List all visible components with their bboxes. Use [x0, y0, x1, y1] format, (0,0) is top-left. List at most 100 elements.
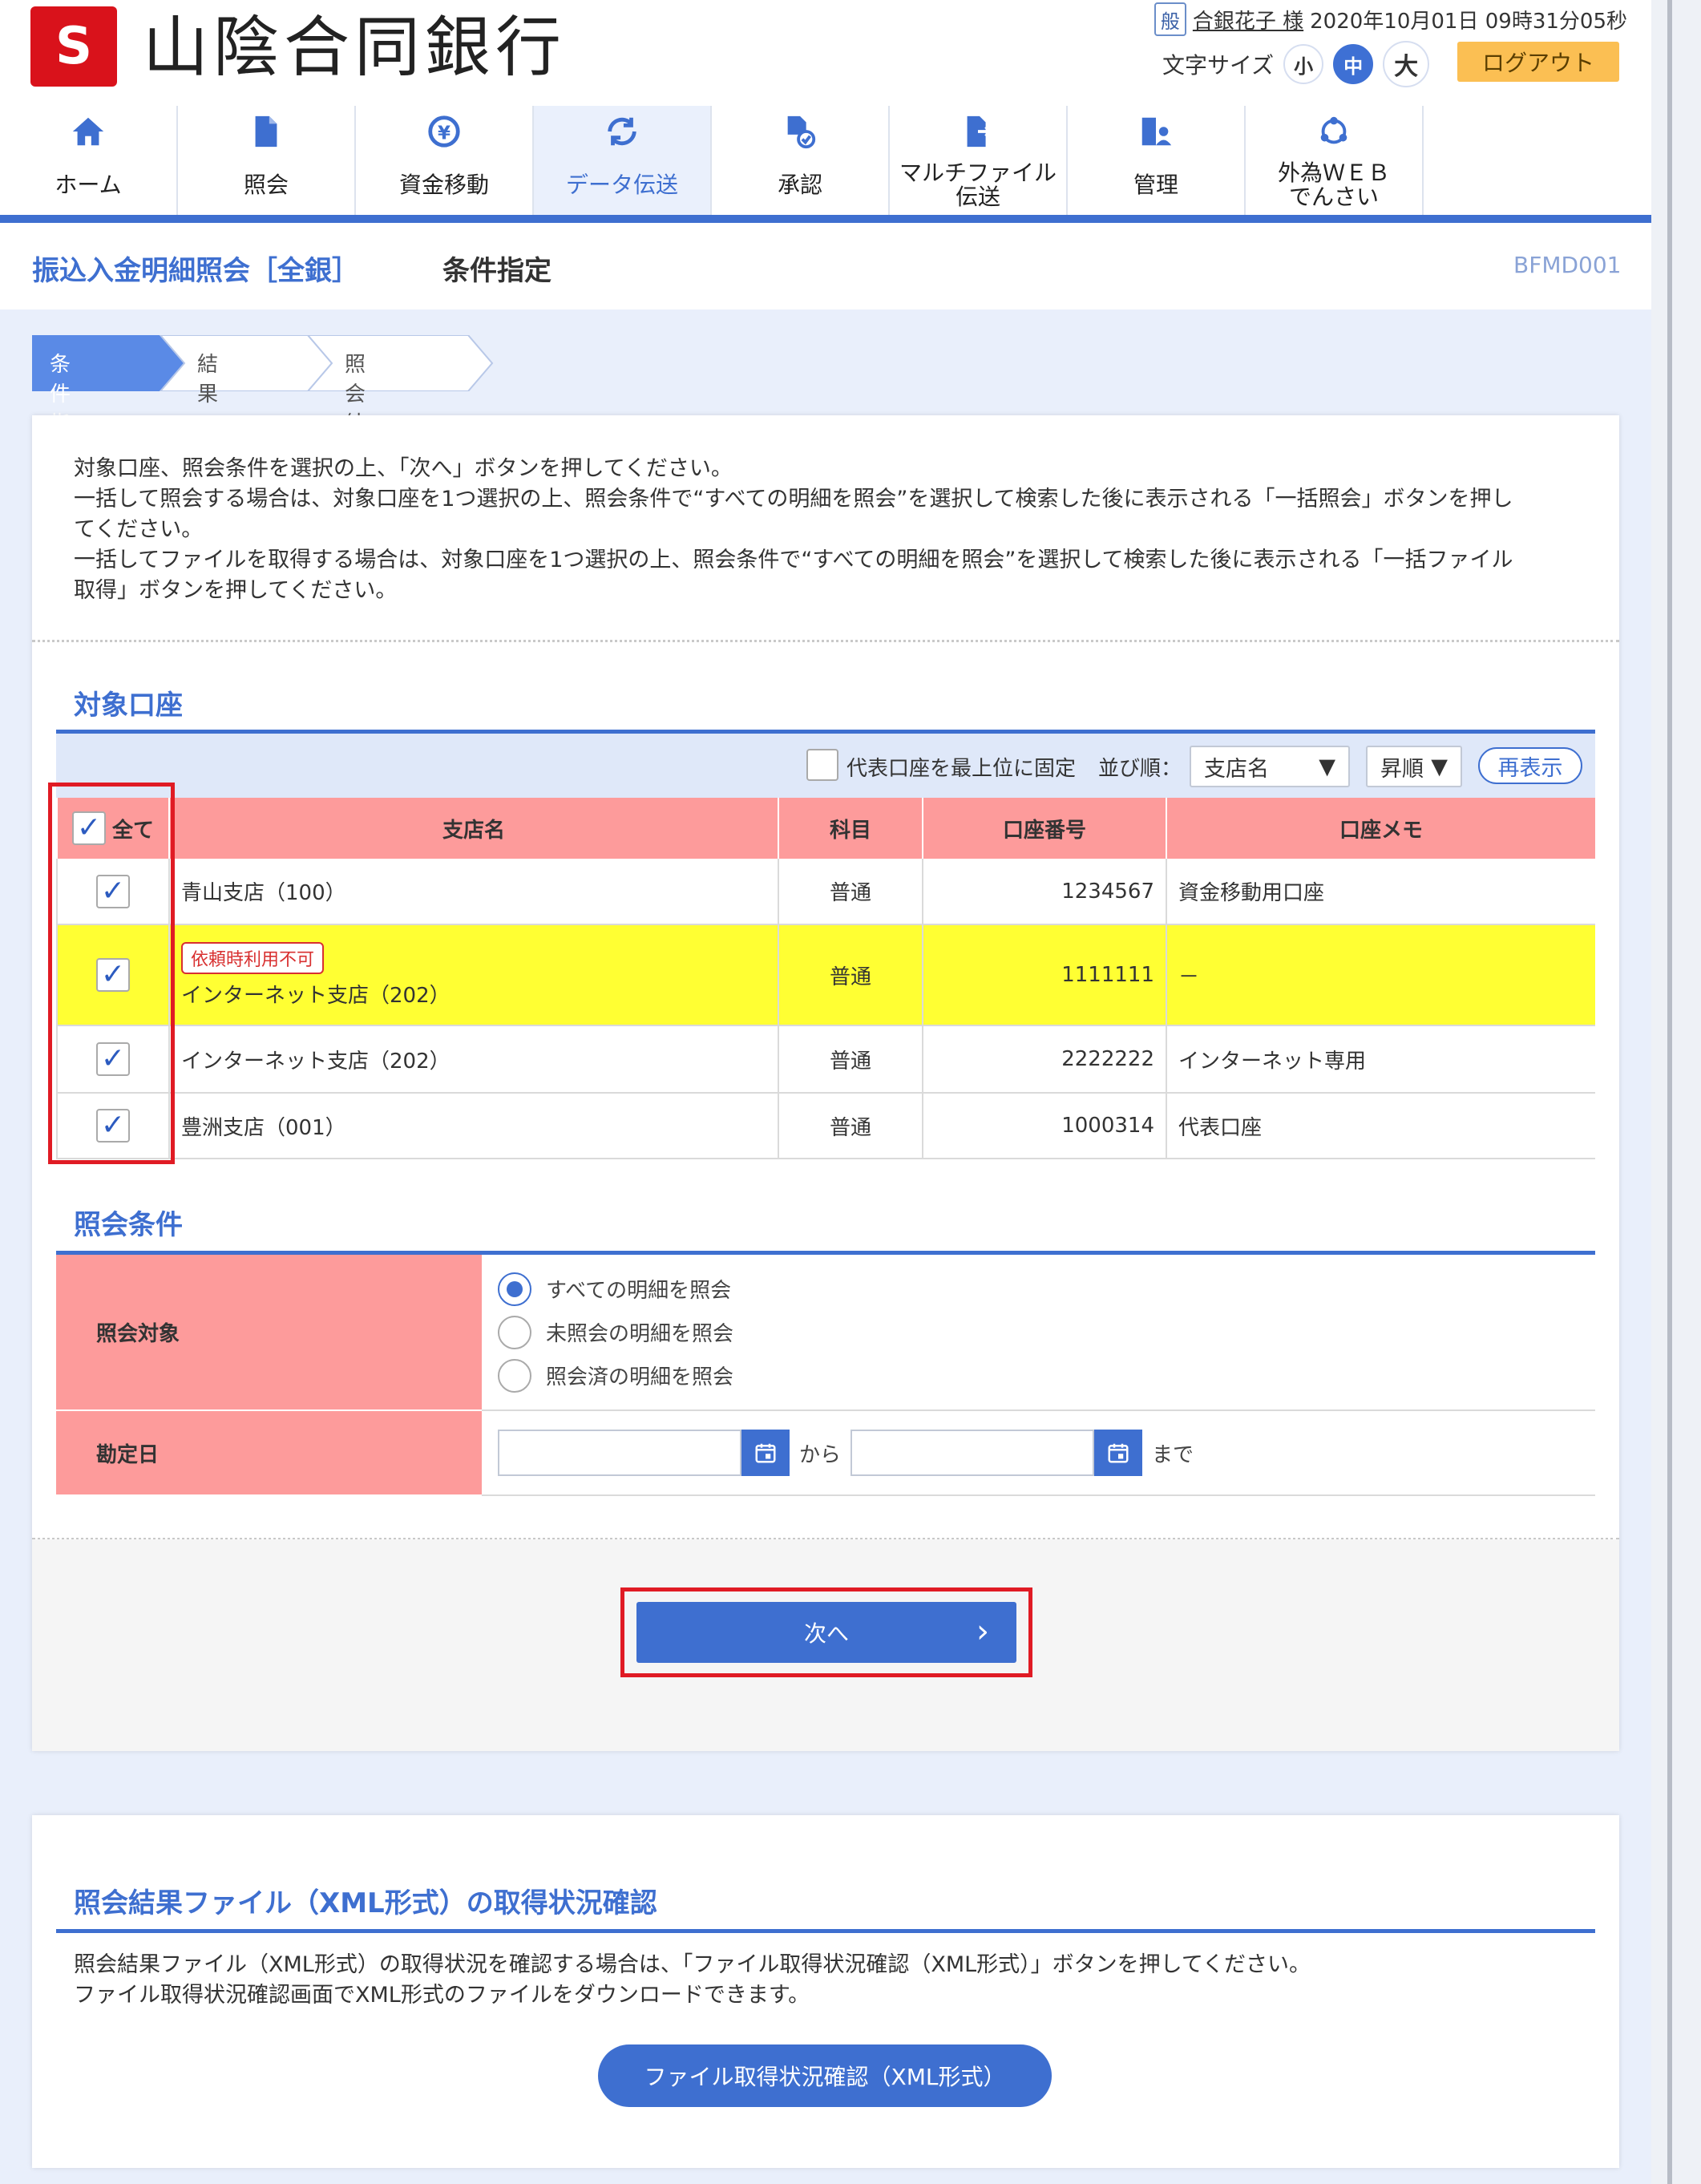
file-description: 照会結果ファイル（XML形式）の取得状況を確認する場合は、「ファイル取得状況確認…: [74, 1950, 1581, 2011]
nav-item-fx-densai[interactable]: 外為ＷＥＢ でんさい: [1246, 106, 1424, 216]
sort-field-value: 支店名: [1204, 756, 1269, 782]
cell-memo: インターネット専用: [1166, 1025, 1595, 1094]
to-label: まで: [1152, 1442, 1194, 1467]
nav-item-multi-file[interactable]: マルチファイル 伝送: [890, 106, 1068, 216]
user-name-link[interactable]: 合銀花子 様: [1193, 5, 1303, 34]
file-transfer-icon: [967, 115, 993, 148]
scrollbar-thumb[interactable]: [1667, 0, 1672, 2184]
screen-id: BFMD001: [1513, 252, 1622, 278]
file-desc-line: ファイル取得状況確認画面でXML形式のファイルをダウンロードできます。: [74, 1983, 810, 2008]
date-from-input[interactable]: [498, 1430, 741, 1476]
radio-button[interactable]: [498, 1272, 531, 1306]
radio-button[interactable]: [498, 1358, 531, 1393]
login-time: 2020年10月01日 09時31分05秒: [1310, 9, 1627, 34]
nav-item-home[interactable]: ホーム: [0, 106, 178, 216]
table-row: ✓ 青山支店（100） 普通 1234567 資金移動用口座: [56, 859, 1595, 925]
nav-item-fund-transfer[interactable]: ¥ 資金移動: [356, 106, 534, 216]
instructions: 対象口座、照会条件を選択の上、「次へ」ボタンを押してください。 一括して照会する…: [74, 454, 1573, 606]
global-nav: ホーム 照会 ¥ 資金移動 データ伝送 承認 マルチファイル 伝送 管理 外為ＷＥ…: [0, 106, 1651, 216]
file-desc-line: 照会結果ファイル（XML形式）の取得状況を確認する場合は、「ファイル取得状況確認…: [74, 1952, 1311, 1977]
cell-memo: 資金移動用口座: [1166, 859, 1595, 925]
header-branch: 支店名: [168, 798, 778, 859]
cell-subject: 普通: [778, 924, 923, 1026]
date-label: 勘定日: [56, 1410, 482, 1496]
condition-section-title: 照会条件: [74, 1209, 183, 1241]
calendar-icon: [1108, 1443, 1129, 1463]
nav-item-admin[interactable]: 管理: [1068, 106, 1246, 216]
radio-button[interactable]: [498, 1315, 531, 1349]
date-to-input[interactable]: [850, 1430, 1095, 1476]
font-size-small-button[interactable]: 小: [1283, 44, 1324, 84]
cell-account-number: 1000314: [922, 1093, 1166, 1159]
date-from-calendar-button[interactable]: [741, 1430, 790, 1476]
highlight-box-checkboxes: [48, 783, 175, 1164]
instruction-line: 取得」ボタンを押してください。: [74, 578, 398, 603]
sort-order-select[interactable]: 昇順 ▼: [1366, 746, 1462, 787]
radio-label: 照会済の明細を照会: [546, 1365, 734, 1389]
from-label: から: [799, 1442, 842, 1467]
user-kind-badge: 般: [1154, 2, 1186, 36]
cell-branch: 青山支店（100）: [168, 859, 778, 925]
nav-item-data-transfer[interactable]: データ伝送: [534, 106, 712, 216]
nav-label: 外為ＷＥＢ でんさい: [1277, 160, 1390, 210]
refresh-icon: [608, 117, 636, 146]
nav-item-inquiry[interactable]: 照会: [178, 106, 356, 216]
cell-subject: 普通: [778, 1093, 923, 1159]
redisplay-button[interactable]: 再表示: [1478, 747, 1582, 784]
nav-label: 管理: [1133, 172, 1178, 198]
radio-option-viewed[interactable]: 照会済の明細を照会: [498, 1354, 1594, 1397]
radio-option-unviewed[interactable]: 未照会の明細を照会: [498, 1311, 1594, 1354]
cell-memo: 代表口座: [1166, 1093, 1595, 1159]
sort-field-select[interactable]: 支店名 ▼: [1190, 746, 1350, 787]
page-title: 振込入金明細照会［全銀］: [32, 255, 359, 287]
table-row: ✓ 依頼時利用不可 インターネット支店（202） 普通 1111111 －: [56, 924, 1595, 1026]
bank-name: 山陰合同銀行: [143, 10, 567, 86]
nav-label: ホーム: [55, 172, 122, 198]
instruction-line: 対象口座、照会条件を選択の上、「次へ」ボタンを押してください。: [74, 456, 733, 481]
cell-account-number: 2222222: [922, 1025, 1166, 1094]
pin-representative-label: 代表口座を最上位に固定: [846, 757, 1077, 781]
nav-divider: [0, 215, 1651, 223]
document-icon: [255, 115, 277, 148]
font-size-control: 文字サイズ 小 中 大: [1162, 41, 1430, 87]
cell-branch: 豊洲支店（001）: [168, 1093, 778, 1159]
sort-label: 並び順：: [1098, 757, 1182, 781]
approve-document-icon: [787, 115, 816, 149]
instruction-line: てください。: [74, 517, 204, 542]
radio-option-all[interactable]: すべての明細を照会: [498, 1268, 1594, 1311]
font-size-medium-button[interactable]: 中: [1333, 44, 1374, 84]
header-account-number: 口座番号: [922, 798, 1166, 859]
scrollbar-track[interactable]: [1651, 0, 1701, 2184]
header-memo: 口座メモ: [1166, 798, 1595, 859]
cell-account-number: 1234567: [922, 859, 1166, 925]
font-size-label: 文字サイズ: [1162, 52, 1275, 79]
radio-label: 未照会の明細を照会: [546, 1322, 734, 1346]
date-to-calendar-button[interactable]: [1094, 1430, 1143, 1476]
logout-button[interactable]: ログアウト: [1457, 42, 1619, 82]
unavailable-tag: 依頼時利用不可: [181, 941, 325, 974]
font-size-large-button[interactable]: 大: [1383, 41, 1430, 87]
table-row: ✓ インターネット支店（202） 普通 2222222 インターネット専用: [56, 1025, 1595, 1094]
header-subject: 科目: [778, 798, 923, 859]
cell-subject: 普通: [778, 859, 923, 925]
account-table: ✓ 全て 支店名 科目 口座番号 口座メモ ✓ 青山支店（100） 普通 123…: [56, 798, 1595, 1159]
cell-branch: インターネット支店（202）: [181, 983, 451, 1008]
sort-order-value: 昇順: [1380, 756, 1424, 782]
nav-label: 資金移動: [398, 172, 489, 198]
target-label: 照会対象: [56, 1255, 482, 1411]
bank-logo: S: [30, 6, 117, 87]
cell-subject: 普通: [778, 1025, 923, 1094]
instruction-line: 一括してファイルを取得する場合は、対象口座を1つ選択の上、照会条件で“すべての明…: [74, 548, 1513, 572]
pin-representative-checkbox[interactable]: [806, 749, 838, 781]
nav-item-approval[interactable]: 承認: [712, 106, 890, 216]
svg-text:¥: ¥: [438, 123, 451, 144]
nav-label: データ伝送: [565, 172, 678, 198]
nav-label: マルチファイル 伝送: [899, 160, 1057, 210]
instruction-line: 一括して照会する場合は、対象口座を1つ選択の上、照会条件で“すべての明細を照会”…: [74, 487, 1513, 512]
page-subtitle: 条件指定: [442, 255, 552, 287]
calendar-icon: [755, 1443, 776, 1463]
file-status-button[interactable]: ファイル取得状況確認（XML形式）: [598, 2044, 1052, 2107]
highlight-box-next: [620, 1587, 1032, 1677]
cell-branch: インターネット支店（202）: [168, 1025, 778, 1094]
file-section-title: 照会結果ファイル（XML形式）の取得状況確認: [74, 1887, 657, 1919]
